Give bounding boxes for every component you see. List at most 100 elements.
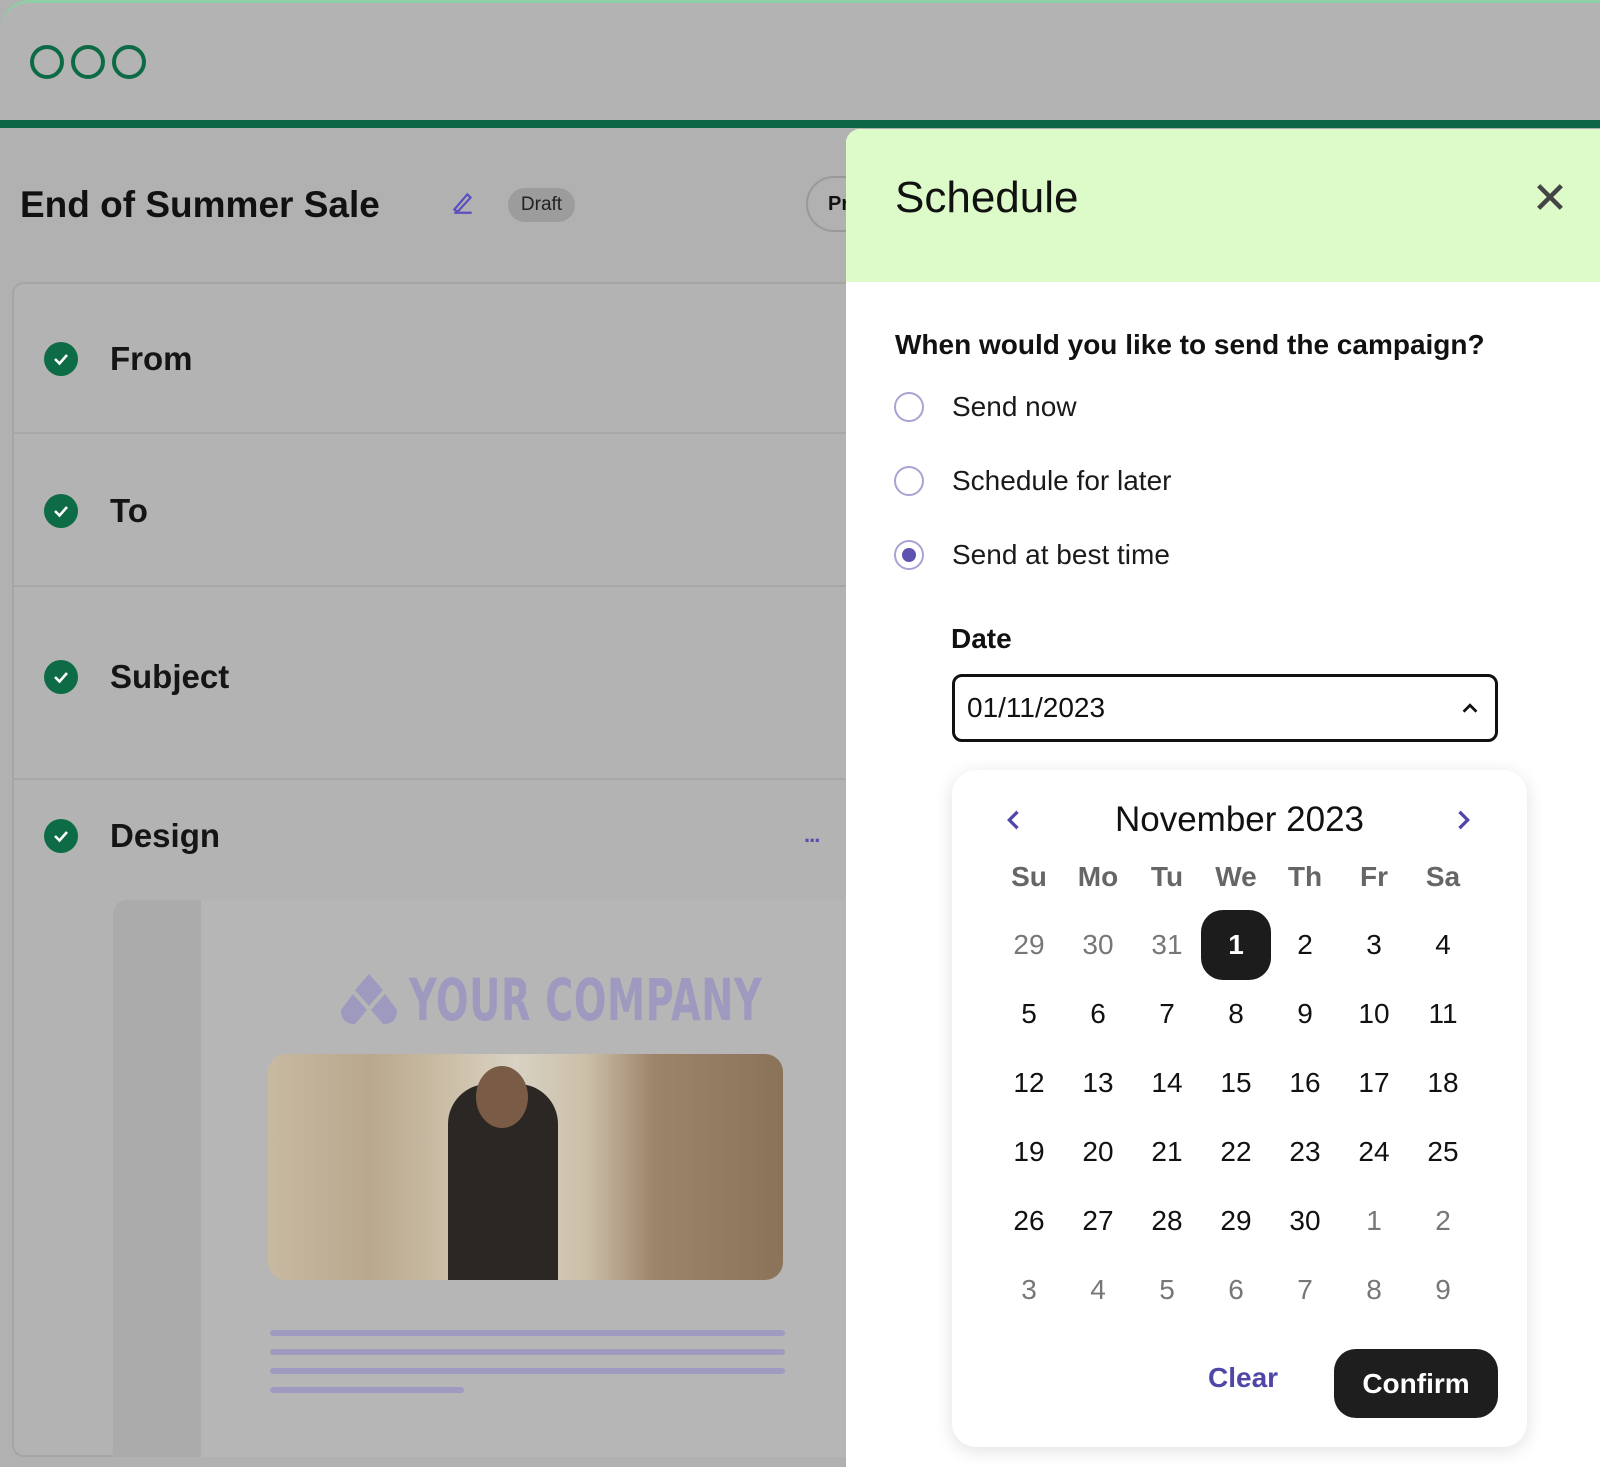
- schedule-panel: Schedule When would you like to send the…: [846, 129, 1600, 1467]
- option-send-now[interactable]: Send now: [894, 391, 1077, 423]
- logo-text: YOUR COMPANY: [409, 966, 763, 1034]
- calendar-day[interactable]: 2: [1270, 910, 1340, 980]
- calendar-day[interactable]: 29: [994, 910, 1064, 980]
- calendar-day[interactable]: 10: [1339, 979, 1409, 1049]
- calendar-day[interactable]: 25: [1408, 1117, 1478, 1187]
- radio-label: Schedule for later: [952, 465, 1172, 496]
- chevron-right-icon[interactable]: [1449, 806, 1477, 834]
- window-control-icon[interactable]: [71, 45, 105, 79]
- calendar-day[interactable]: 9: [1270, 979, 1340, 1049]
- date-value: 01/11/2023: [967, 692, 1106, 723]
- radio-label: Send now: [952, 391, 1077, 422]
- step-design[interactable]: Design: [44, 817, 220, 855]
- calendar-day[interactable]: 23: [1270, 1117, 1340, 1187]
- calendar-day[interactable]: 4: [1408, 910, 1478, 980]
- window-control-icon[interactable]: [112, 45, 146, 79]
- window-control-icon[interactable]: [30, 45, 64, 79]
- calendar-day[interactable]: 22: [1201, 1117, 1271, 1187]
- step-to[interactable]: To: [44, 492, 148, 530]
- calendar-popup: November 2023 Su Mo Tu We Th Fr Sa 29 30 31 1 2 3 4 5 6…: [952, 770, 1527, 1447]
- radio-label: Send at best time: [952, 539, 1170, 570]
- calendar-day[interactable]: 29: [1201, 1186, 1271, 1256]
- calendar-day[interactable]: 9: [1408, 1255, 1478, 1325]
- text-placeholder-line: [270, 1387, 464, 1393]
- logo-mark-icon: [341, 974, 397, 1024]
- calendar-day[interactable]: 13: [1063, 1048, 1133, 1118]
- divider: [12, 432, 872, 434]
- calendar-day[interactable]: 15: [1201, 1048, 1271, 1118]
- calendar-day[interactable]: 3: [994, 1255, 1064, 1325]
- accent-bar: [0, 120, 1600, 128]
- radio-button-selected[interactable]: [894, 540, 924, 570]
- weekday-header: We: [1215, 861, 1257, 892]
- calendar-day[interactable]: 5: [994, 979, 1064, 1049]
- check-circle-icon: [44, 660, 78, 694]
- text-placeholder-line: [270, 1330, 785, 1336]
- calendar-day[interactable]: 14: [1132, 1048, 1202, 1118]
- calendar-day[interactable]: 31: [1132, 910, 1202, 980]
- weekday-header: Th: [1287, 861, 1323, 892]
- option-best-time[interactable]: Send at best time: [894, 539, 1170, 571]
- status-badge: Draft: [508, 188, 575, 222]
- calendar-day[interactable]: 7: [1270, 1255, 1340, 1325]
- more-options-button[interactable]: ...: [804, 822, 820, 848]
- date-label: Date: [951, 623, 1012, 654]
- calendar-day[interactable]: 3: [1339, 910, 1409, 980]
- calendar-day[interactable]: 8: [1339, 1255, 1409, 1325]
- check-circle-icon: [44, 819, 78, 853]
- calendar-day[interactable]: 7: [1132, 979, 1202, 1049]
- edit-pencil-icon[interactable]: [450, 190, 476, 216]
- check-circle-icon: [44, 342, 78, 376]
- option-schedule-later[interactable]: Schedule for later: [894, 465, 1171, 497]
- hero-photo: [268, 1054, 783, 1280]
- calendar-day[interactable]: 4: [1063, 1255, 1133, 1325]
- close-icon[interactable]: [1533, 180, 1567, 214]
- calendar-day[interactable]: 1: [1339, 1186, 1409, 1256]
- calendar-day[interactable]: 12: [994, 1048, 1064, 1118]
- calendar-month: November 2023: [1114, 800, 1365, 839]
- divider: [12, 778, 872, 780]
- weekday-header: Su: [1011, 861, 1047, 892]
- calendar-day[interactable]: 6: [1063, 979, 1133, 1049]
- calendar-day[interactable]: 28: [1132, 1186, 1202, 1256]
- calendar-day[interactable]: 18: [1408, 1048, 1478, 1118]
- divider: [12, 585, 872, 587]
- weekday-header: Mo: [1077, 861, 1119, 892]
- date-input[interactable]: 01/11/2023: [952, 674, 1498, 742]
- text-placeholder-line: [270, 1368, 785, 1374]
- campaign-title: End of Summer Sale: [20, 184, 380, 225]
- calendar-day[interactable]: 17: [1339, 1048, 1409, 1118]
- calendar-day[interactable]: 5: [1132, 1255, 1202, 1325]
- chevron-up-icon[interactable]: [1459, 697, 1481, 719]
- photo-head: [476, 1066, 528, 1128]
- weekday-header: Tu: [1150, 861, 1184, 892]
- calendar-day[interactable]: 26: [994, 1186, 1064, 1256]
- calendar-day[interactable]: 24: [1339, 1117, 1409, 1187]
- panel-title: Schedule: [895, 173, 1079, 222]
- step-label: From: [110, 340, 193, 377]
- calendar-day[interactable]: 30: [1063, 910, 1133, 980]
- radio-button[interactable]: [894, 392, 924, 422]
- calendar-day[interactable]: 19: [994, 1117, 1064, 1187]
- calendar-day-selected[interactable]: 1: [1201, 910, 1271, 980]
- design-preview-sidebar: [113, 900, 201, 1457]
- calendar-day[interactable]: 21: [1132, 1117, 1202, 1187]
- calendar-day[interactable]: 2: [1408, 1186, 1478, 1256]
- step-label: Subject: [110, 658, 230, 695]
- send-question: When would you like to send the campaign…: [895, 329, 1485, 360]
- clear-button[interactable]: Clear: [1208, 1362, 1278, 1394]
- confirm-button[interactable]: Confirm: [1334, 1349, 1498, 1418]
- radio-button[interactable]: [894, 466, 924, 496]
- step-subject[interactable]: Subject: [44, 658, 229, 696]
- calendar-day[interactable]: 8: [1201, 979, 1271, 1049]
- calendar-day[interactable]: 11: [1408, 979, 1478, 1049]
- text-placeholder-line: [270, 1349, 785, 1355]
- calendar-day[interactable]: 27: [1063, 1186, 1133, 1256]
- calendar-day[interactable]: 6: [1201, 1255, 1271, 1325]
- step-label: Design: [110, 817, 221, 854]
- window-titlebar: [0, 0, 1600, 122]
- calendar-day[interactable]: 16: [1270, 1048, 1340, 1118]
- step-from[interactable]: From: [44, 340, 193, 378]
- calendar-day[interactable]: 20: [1063, 1117, 1133, 1187]
- calendar-day[interactable]: 30: [1270, 1186, 1340, 1256]
